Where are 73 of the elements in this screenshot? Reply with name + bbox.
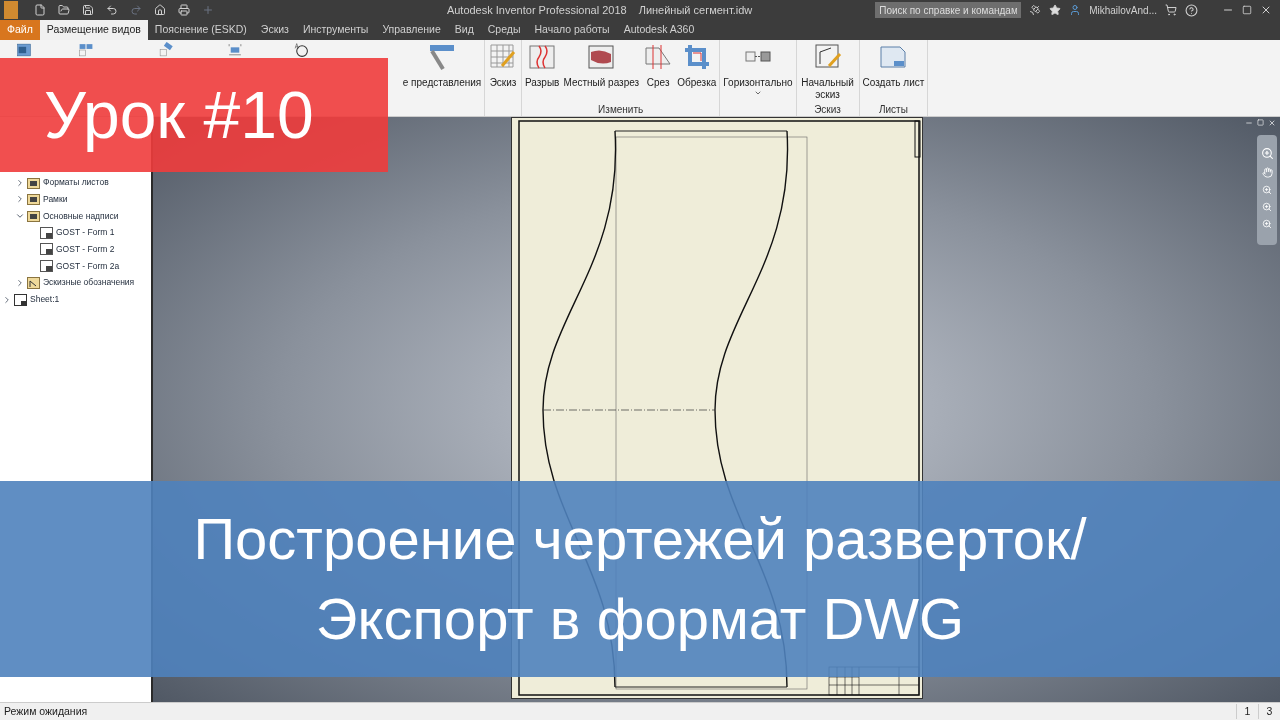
ribbon-button[interactable]: Эскиз [487, 42, 519, 102]
ribbon-button[interactable]: Местный разрез [562, 42, 641, 102]
ribbon-button[interactable]: Начальный эскиз [798, 42, 857, 102]
minimize-icon[interactable] [1245, 119, 1253, 127]
tree-node-label[interactable]: Sheet:1 [30, 293, 60, 306]
cart-icon[interactable] [1165, 4, 1177, 16]
open-icon[interactable] [58, 4, 70, 16]
ribbon-tab[interactable]: Управление [375, 20, 448, 40]
node-icon [40, 243, 53, 256]
ribbon-button[interactable]: Обрезка [676, 42, 718, 102]
tree-node-label[interactable]: Рамки [43, 193, 68, 206]
node-icon [40, 226, 53, 239]
zoom-icon[interactable] [1262, 185, 1272, 195]
ribbon-tab[interactable]: Среды [480, 20, 528, 40]
ribbon-tab[interactable]: Эскиз [253, 20, 296, 40]
tree-node-label[interactable]: GOST - Form 1 [56, 226, 115, 240]
expand-icon[interactable] [2, 294, 12, 305]
node-icon [40, 260, 53, 273]
tree-node-label[interactable]: Форматы листов [43, 176, 109, 190]
help-icon[interactable] [1185, 3, 1198, 17]
expand-icon[interactable] [15, 177, 25, 188]
tree-node-label[interactable]: GOST - Form 2a [56, 259, 120, 273]
group-label: Листы [877, 103, 909, 117]
expand-icon[interactable] [15, 277, 25, 288]
ribbon-button[interactable]: Горизонтально [722, 42, 794, 102]
ribbon-button[interactable]: Срез [642, 42, 675, 102]
video-title: Построение чертежей разверток/ [193, 505, 1087, 573]
zoom-icon[interactable] [1262, 202, 1272, 212]
plus-icon[interactable] [202, 4, 214, 16]
ribbon-button[interactable]: Создать лист [861, 42, 926, 102]
satellite-icon[interactable] [1029, 4, 1042, 16]
node-icon [27, 210, 40, 223]
ribbon-tab[interactable]: Вид [447, 20, 481, 40]
status-counter: 1 [1236, 703, 1258, 720]
redo-icon[interactable] [130, 4, 142, 16]
ribbon-tab[interactable]: Размещение видов [39, 20, 148, 40]
help-search-field[interactable]: Поиск по справке и командам [875, 2, 1022, 18]
ribbon-tab[interactable]: Пояснение (ESKD) [147, 20, 254, 40]
tool-icon [427, 42, 457, 72]
group-label: Изменить [597, 103, 645, 117]
status-message: Режим ожидания [4, 703, 89, 719]
home-icon[interactable] [154, 4, 166, 16]
new-icon[interactable] [34, 4, 46, 16]
video-title: Экспорт в формат DWG [315, 585, 965, 653]
ribbon-button[interactable]: Разрыв [524, 42, 561, 102]
tree-node-label[interactable]: Эскизные обозначения [43, 276, 135, 290]
zoom-icon[interactable] [1262, 219, 1272, 229]
app-title: Autodesk Inventor Professional 2018 [446, 2, 627, 18]
save-icon[interactable] [82, 4, 94, 16]
ribbon-button[interactable]: е представления [402, 42, 482, 102]
tree-node-label[interactable]: GOST - Form 2 [56, 243, 115, 256]
close-icon[interactable] [1268, 119, 1276, 127]
user-icon[interactable] [1069, 4, 1082, 16]
caret-icon[interactable] [753, 89, 762, 97]
ribbon-tab[interactable]: Autodesk A360 [616, 20, 702, 40]
star-icon[interactable] [1049, 4, 1062, 16]
close-icon[interactable] [1260, 4, 1272, 16]
ribbon-tab[interactable]: Начало работы [527, 20, 617, 40]
group-label: Эскиз [813, 103, 842, 117]
restore-icon[interactable] [1242, 5, 1252, 15]
undo-icon[interactable] [106, 4, 118, 16]
status-counter: 3 [1258, 703, 1280, 720]
document-title: Линейный сегмент.idw [638, 2, 753, 18]
print-icon[interactable] [178, 4, 190, 16]
node-icon [27, 276, 40, 289]
ribbon-tab[interactable]: Инструменты [295, 20, 376, 40]
node-icon [27, 193, 40, 206]
node-icon [14, 293, 27, 306]
user-name[interactable]: MikhailovAnd... [1089, 2, 1157, 18]
pan-icon[interactable] [1261, 167, 1273, 178]
expand-icon[interactable] [15, 194, 25, 205]
node-icon [27, 176, 40, 189]
tree-node-label[interactable]: Основные надписи [43, 209, 119, 223]
